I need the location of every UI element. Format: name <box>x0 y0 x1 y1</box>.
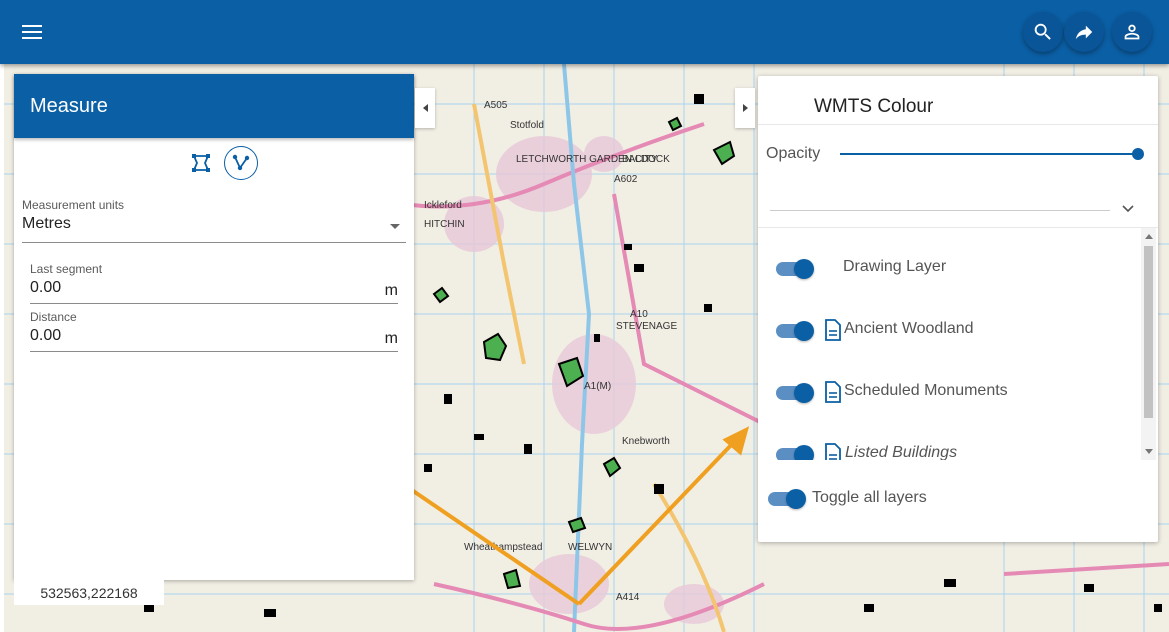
layer-name: Ancient Woodland <box>844 320 974 337</box>
measurement-units-value: Metres <box>22 215 71 232</box>
toggle-all-layers: Toggle all layers <box>758 484 1158 514</box>
layer-item-ancient-woodland: Ancient Woodland <box>758 316 1141 356</box>
share-button[interactable] <box>1064 12 1104 52</box>
menu-icon[interactable] <box>14 16 50 48</box>
map-place-label: Knebworth <box>622 436 670 447</box>
map-place-label: A1(M) <box>584 381 611 392</box>
document-icon[interactable] <box>824 443 842 460</box>
share-icon <box>1075 25 1093 40</box>
account-icon <box>1124 24 1140 40</box>
distance-measure-icon <box>232 154 250 171</box>
basemap-select[interactable] <box>770 210 1110 211</box>
divider <box>758 124 1158 125</box>
scroll-up-icon[interactable] <box>1145 234 1153 239</box>
last-segment-value: 0.00 <box>30 279 62 296</box>
map-place-label: A602 <box>614 174 638 185</box>
search-icon <box>1034 23 1051 40</box>
layer-toggle[interactable] <box>776 383 814 403</box>
distance-value: 0.00 <box>30 327 62 344</box>
layer-item-scheduled-monuments: Scheduled Monuments <box>758 378 1141 418</box>
app-toolbar <box>0 0 1169 64</box>
coordinate-readout: 532563,222168 <box>14 580 164 605</box>
layer-list[interactable]: Drawing Layer Ancient Woodland Scheduled… <box>758 228 1141 460</box>
distance-measure-button[interactable] <box>224 146 258 180</box>
layer-toggle[interactable] <box>776 445 814 460</box>
opacity-slider-thumb[interactable] <box>1132 148 1144 160</box>
map-place-label: A414 <box>616 592 640 603</box>
layer-name: Drawing Layer <box>843 258 947 275</box>
layer-name: Listed Buildings <box>845 444 958 460</box>
distance-unit: m <box>384 330 398 347</box>
distance-field: Distance 0.00 m <box>30 310 398 352</box>
document-icon[interactable] <box>824 381 842 403</box>
collapse-right-panel-button[interactable] <box>735 88 755 128</box>
measure-panel: Measure Measurement units Metres Last se… <box>14 74 414 580</box>
map-place-label: Stotfold <box>510 120 544 131</box>
account-button[interactable] <box>1112 12 1152 52</box>
chevron-left-icon <box>422 104 428 112</box>
area-measure-icon <box>192 154 210 172</box>
scrollbar-thumb[interactable] <box>1144 246 1153 418</box>
layer-item-listed-buildings: Listed Buildings <box>758 440 1141 460</box>
toggle-all-switch[interactable] <box>768 489 806 509</box>
toggle-all-label: Toggle all layers <box>812 489 927 506</box>
last-segment-unit: m <box>384 282 398 299</box>
map-place-label: HITCHIN <box>424 219 465 230</box>
area-measure-button[interactable] <box>184 146 218 180</box>
scroll-down-icon[interactable] <box>1145 449 1153 454</box>
measurement-units-select[interactable]: Measurement units Metres <box>22 198 406 243</box>
dropdown-caret-icon <box>390 224 400 229</box>
map-place-label: Ickleford <box>424 200 462 211</box>
map-place-label: A10 <box>630 309 648 320</box>
opacity-label: Opacity <box>766 145 821 162</box>
chevron-down-icon[interactable] <box>1120 200 1136 216</box>
search-button[interactable] <box>1023 12 1063 52</box>
map-place-label: WELWYN <box>568 542 612 553</box>
last-segment-label: Last segment <box>30 262 103 276</box>
layer-item-drawing: Drawing Layer <box>758 254 1141 294</box>
last-segment-field: Last segment 0.00 m <box>30 262 398 304</box>
layers-panel-title: WMTS Colour <box>814 96 934 117</box>
distance-label: Distance <box>30 310 77 324</box>
opacity-slider[interactable] <box>840 153 1138 155</box>
document-icon[interactable] <box>824 319 842 341</box>
layer-toggle[interactable] <box>776 259 814 279</box>
layer-toggle[interactable] <box>776 321 814 341</box>
layers-panel: WMTS Colour Opacity Drawing Layer Ancien… <box>758 76 1158 542</box>
map-place-label: BALDOCK <box>622 154 670 165</box>
measure-title: Measure <box>14 74 414 138</box>
layer-name: Scheduled Monuments <box>844 382 1008 399</box>
map-place-label: STEVENAGE <box>616 321 677 332</box>
collapse-left-panel-button[interactable] <box>415 88 435 128</box>
map-place-label: A505 <box>484 100 508 111</box>
layer-list-scrollbar[interactable] <box>1141 228 1156 460</box>
measurement-units-label: Measurement units <box>22 198 125 212</box>
chevron-right-icon <box>742 104 748 112</box>
